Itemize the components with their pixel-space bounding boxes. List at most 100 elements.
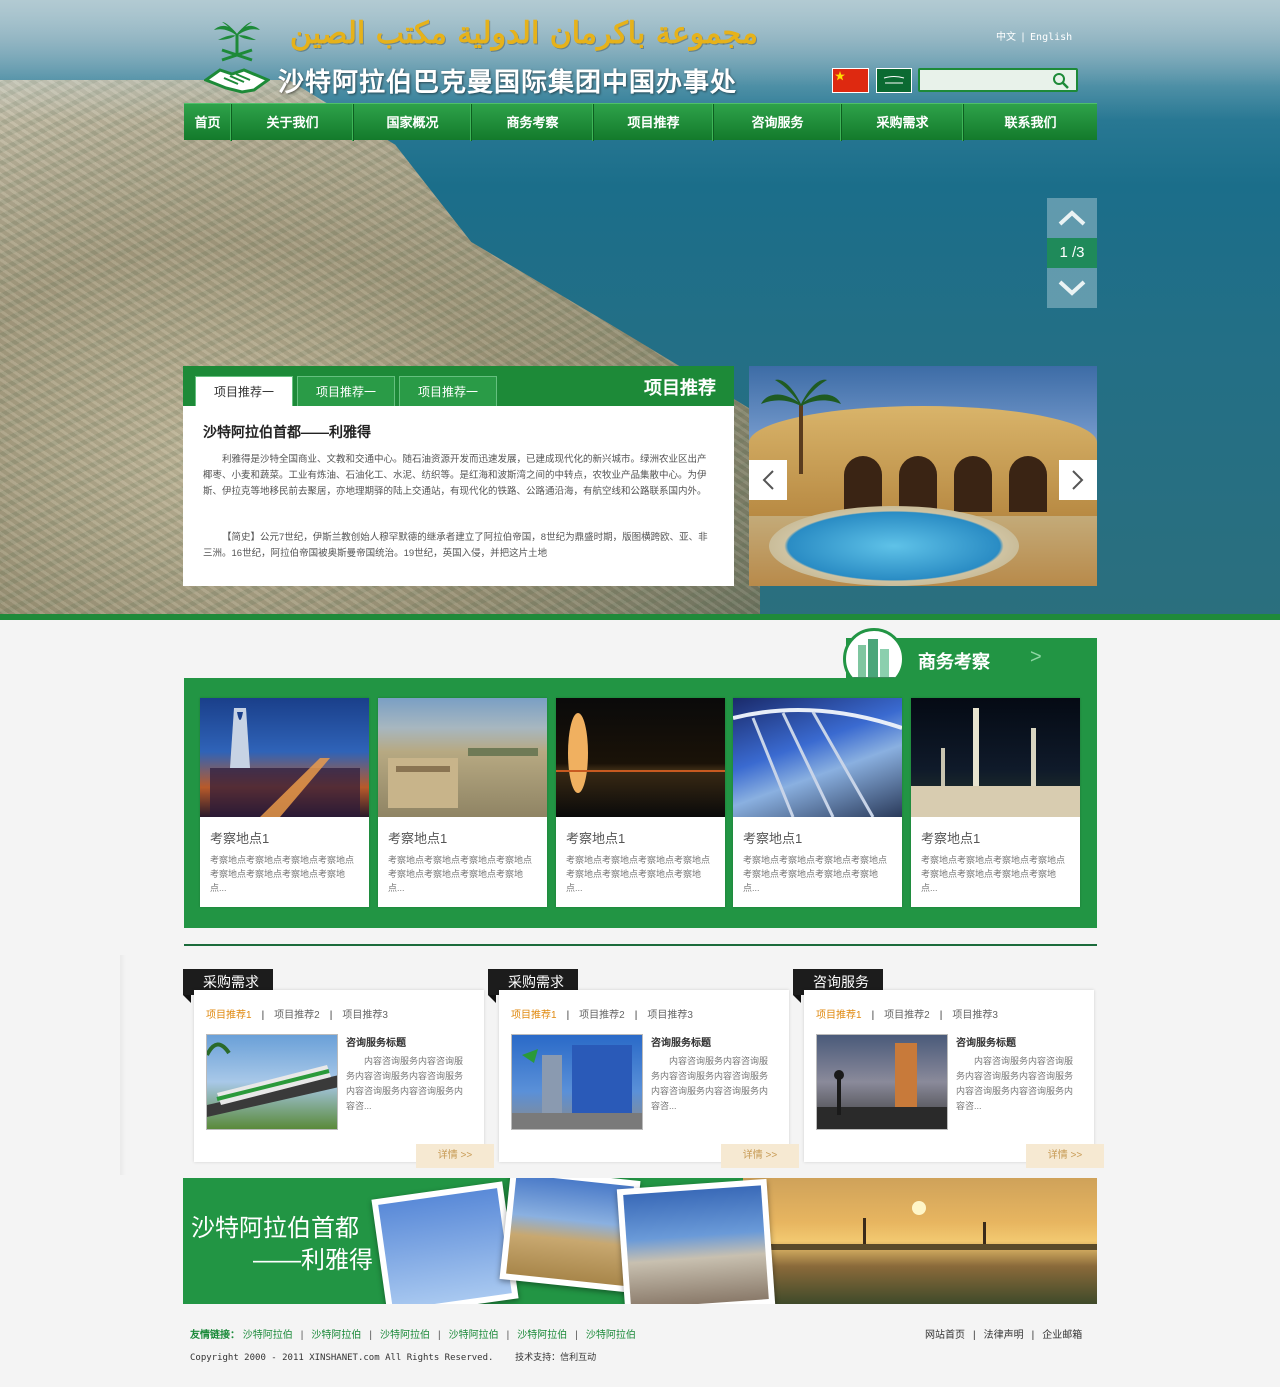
copyright-text: Copyright 2000 - 2011 XINSHANET.com All …: [190, 1353, 597, 1363]
column-tab-3[interactable]: 项目推荐3: [952, 1010, 998, 1021]
column-tab-1[interactable]: 项目推荐1: [206, 1010, 252, 1021]
column-subtitle[interactable]: 咨询服务标题: [956, 1034, 1016, 1049]
slide-counter: 1 /3: [1047, 238, 1097, 268]
nav-home[interactable]: 首页: [184, 104, 232, 141]
column-tabs: 项目推荐1 | 项目推荐2 | 项目推荐3: [206, 1010, 388, 1021]
sunset-image: [743, 1178, 1097, 1304]
details-button[interactable]: 详情 >>: [1026, 1144, 1104, 1168]
business-card[interactable]: 考察地点1 考察地点考察地点考察地点考察地点考察地点考察地点考察地点考察地点..…: [556, 698, 725, 907]
business-card[interactable]: 考察地点1 考察地点考察地点考察地点考察地点考察地点考察地点考察地点考察地点..…: [378, 698, 547, 907]
business-card[interactable]: 考察地点1 考察地点考察地点考察地点考察地点考察地点考察地点考察地点考察地点..…: [733, 698, 902, 907]
friend-link[interactable]: 沙特阿拉伯: [311, 1330, 361, 1341]
chevron-right-icon: [1072, 470, 1084, 490]
card-caption: 考察地点1: [566, 831, 626, 846]
column-tab-2[interactable]: 项目推荐2: [884, 1010, 930, 1021]
arabic-site-title: مجموعة باكرمان الدولية مكتب الصين: [289, 16, 758, 51]
column-tab-2[interactable]: 项目推荐2: [274, 1010, 320, 1021]
skyscraper-photo: [371, 1181, 519, 1304]
saudi-flag-icon[interactable]: [876, 68, 912, 93]
project-heading: 项目推荐: [644, 378, 716, 398]
card-caption: 考察地点1: [921, 831, 981, 846]
business-card[interactable]: 考察地点1 考察地点考察地点考察地点考察地点考察地点考察地点考察地点考察地点..…: [200, 698, 369, 907]
project-tab-1[interactable]: 项目推荐一: [195, 376, 293, 406]
project-tab-3[interactable]: 项目推荐一: [399, 376, 497, 406]
project-article-text: 利雅得是沙特全国商业、文教和交通中心。随石油资源开发而迅速发展，已建成现代化的新…: [203, 454, 707, 497]
business-section-title: 商务考察: [918, 652, 990, 672]
observation-deck-image: [733, 698, 902, 817]
banner-subtitle: ——利雅得: [253, 1247, 373, 1274]
procurement-panel-2: 项目推荐1 | 项目推荐2 | 项目推荐3 咨询服务标题 内容咨询服务内容咨询服务内容咨…: [499, 990, 799, 1168]
project-recommend-panel: 项目推荐一 项目推荐一 项目推荐一 项目推荐 沙特阿拉伯首都——利雅得 利雅得是…: [183, 366, 734, 586]
column-tab-3[interactable]: 项目推荐3: [647, 1010, 693, 1021]
friend-link[interactable]: 沙特阿拉伯: [517, 1330, 567, 1341]
lang-english-link[interactable]: English: [1030, 32, 1072, 43]
business-more-link[interactable]: >: [1030, 646, 1042, 669]
column-tabs: 项目推荐1 | 项目推荐2 | 项目推荐3: [511, 1010, 693, 1021]
nav-contact[interactable]: 联系我们: [964, 104, 1097, 141]
handshake-logo-icon: [204, 68, 270, 94]
friend-link[interactable]: 沙特阿拉伯: [586, 1330, 636, 1341]
card-description: 考察地点考察地点考察地点考察地点考察地点考察地点考察地点考察地点...: [210, 855, 355, 893]
slide-up-button[interactable]: [1047, 198, 1097, 238]
project-article-history: 【简史】公元7世纪，伊斯兰教创始人穆罕默德的继承者建立了阿拉伯帝国，8世纪为鼎盛…: [203, 532, 708, 559]
nav-country[interactable]: 国家概况: [354, 104, 472, 141]
card-description: 考察地点考察地点考察地点考察地点考察地点考察地点考察地点考察地点...: [921, 855, 1066, 893]
footer-home-link[interactable]: 网站首页: [925, 1330, 965, 1341]
column-tab-3[interactable]: 项目推荐3: [342, 1010, 388, 1021]
palm-logo-icon: [214, 22, 260, 62]
details-button[interactable]: 详情 >>: [721, 1144, 799, 1168]
nav-projects[interactable]: 项目推荐: [594, 104, 714, 141]
china-flag-icon[interactable]: [832, 68, 869, 93]
column-subtitle[interactable]: 咨询服务标题: [346, 1034, 406, 1049]
tech-support: 技术支持：信利互动: [515, 1353, 597, 1363]
search-icon[interactable]: [1052, 72, 1070, 90]
column-tab-2[interactable]: 项目推荐2: [579, 1010, 625, 1021]
mosque-night-image: [911, 698, 1080, 817]
hero-divider: [0, 614, 1280, 620]
footer-mail-link[interactable]: 企业邮箱: [1042, 1330, 1082, 1341]
nav-business[interactable]: 商务考察: [472, 104, 594, 141]
pool-image: [769, 506, 1019, 586]
nav-consulting[interactable]: 咨询服务: [714, 104, 842, 141]
nav-about[interactable]: 关于我们: [232, 104, 354, 141]
chevron-left-icon: [762, 470, 774, 490]
monorail-image[interactable]: [206, 1034, 338, 1130]
project-article-title[interactable]: 沙特阿拉伯首都——利雅得: [203, 422, 371, 442]
card-description: 考察地点考察地点考察地点考察地点考察地点考察地点考察地点考察地点...: [566, 855, 711, 893]
slider-prev-button[interactable]: [749, 460, 787, 500]
slider-next-button[interactable]: [1059, 460, 1097, 500]
riyadh-banner[interactable]: 沙特阿拉伯首都 ——利雅得: [183, 1178, 1097, 1304]
friend-link[interactable]: 沙特阿拉伯: [449, 1330, 499, 1341]
details-button[interactable]: 详情 >>: [416, 1144, 494, 1168]
nav-procurement[interactable]: 采购需求: [842, 104, 964, 141]
photo-slider: [749, 366, 1097, 586]
language-switch: 中文 | English: [996, 32, 1073, 43]
business-card[interactable]: 考察地点1 考察地点考察地点考察地点考察地点考察地点考察地点考察地点考察地点..…: [911, 698, 1080, 907]
card-caption: 考察地点1: [388, 831, 448, 846]
search-input[interactable]: [920, 70, 1048, 90]
site-title: 沙特阿拉伯巴克曼国际集团中国办事处: [278, 67, 738, 97]
tower-monument-image[interactable]: [816, 1034, 948, 1130]
chevron-down-icon: [1058, 280, 1086, 296]
palm-tree-image: [761, 379, 841, 474]
consulting-panel: 项目推荐1 | 项目推荐2 | 项目推荐3 咨询服务标题 内容咨询服务内容咨询服务内容咨…: [804, 990, 1104, 1168]
friend-link[interactable]: 沙特阿拉伯: [380, 1330, 430, 1341]
column-tab-1[interactable]: 项目推荐1: [816, 1010, 862, 1021]
friend-links: 友情链接： 沙特阿拉伯 | 沙特阿拉伯 | 沙特阿拉伯 | 沙特阿拉伯 | 沙特阿拉伯 | 沙特阿拉…: [190, 1330, 636, 1341]
friend-link[interactable]: 沙特阿拉伯: [243, 1330, 293, 1341]
card-description: 考察地点考察地点考察地点考察地点考察地点考察地点考察地点考察地点...: [388, 855, 533, 893]
column-text: 内容咨询服务内容咨询服务内容咨询服务内容咨询服务内容咨询服务内容咨询服务内容咨.…: [651, 1056, 769, 1111]
lang-chinese-link[interactable]: 中文: [996, 32, 1016, 43]
project-tab-2[interactable]: 项目推荐一: [297, 376, 395, 406]
column-tab-1[interactable]: 项目推荐1: [511, 1010, 557, 1021]
column-subtitle[interactable]: 咨询服务标题: [651, 1034, 711, 1049]
search-box: [918, 68, 1078, 92]
hero-slide-control: 1 /3: [1047, 198, 1097, 310]
card-description: 考察地点考察地点考察地点考察地点考察地点考察地点考察地点考察地点...: [743, 855, 888, 893]
slide-down-button[interactable]: [1047, 268, 1097, 308]
factory-image[interactable]: [511, 1034, 643, 1130]
banner-title: 沙特阿拉伯首都: [191, 1215, 359, 1242]
footer-nav: 网站首页 | 法律声明 | 企业邮箱: [925, 1330, 1083, 1341]
chevron-up-icon: [1058, 210, 1086, 226]
footer-legal-link[interactable]: 法律声明: [984, 1330, 1024, 1341]
